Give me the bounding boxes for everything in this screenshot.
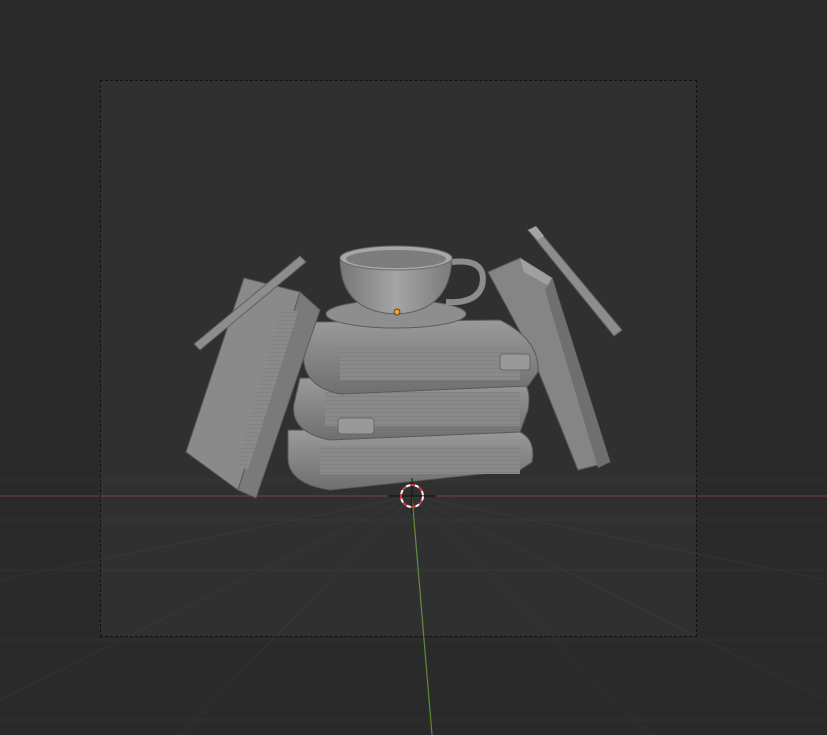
tea-cup[interactable] (339, 245, 486, 315)
object-origin-icon[interactable] (393, 308, 401, 316)
scene-render (185, 226, 623, 514)
stacked-books[interactable] (287, 319, 539, 491)
3d-viewport[interactable] (0, 0, 827, 735)
